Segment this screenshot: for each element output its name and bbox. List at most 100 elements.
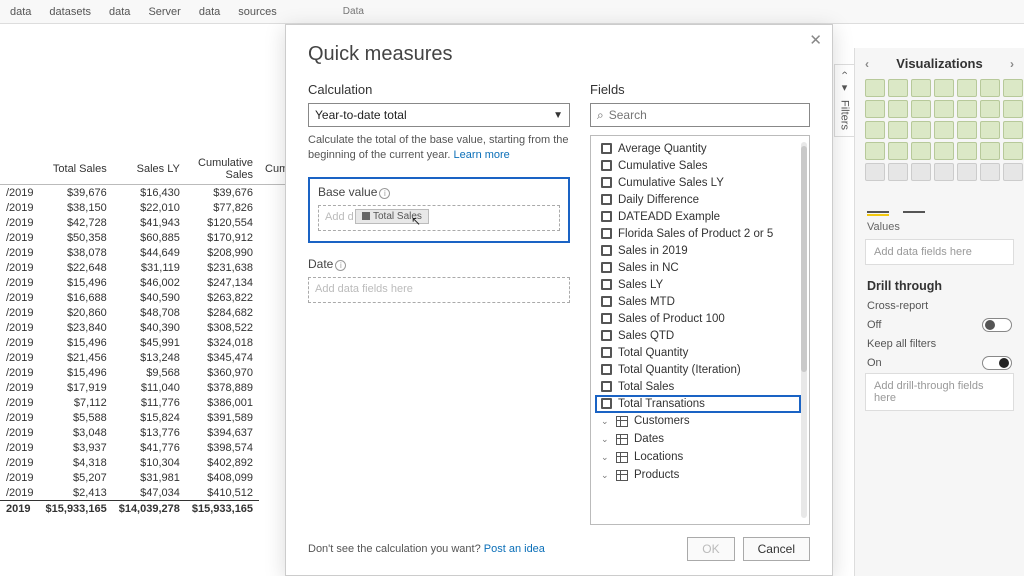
viz-tile[interactable] [934, 100, 954, 118]
table-row[interactable]: /2019$4,318$10,304$402,892 [0, 455, 303, 470]
table-row[interactable]: /2019$5,207$31,981$408,099 [0, 470, 303, 485]
column-header[interactable]: Cumulative Sales [186, 154, 259, 185]
field-item[interactable]: Daily Difference [591, 191, 809, 208]
viz-tile[interactable] [1003, 142, 1023, 160]
viz-tile[interactable] [911, 121, 931, 139]
field-item[interactable]: Sales in NC [591, 259, 809, 276]
field-item[interactable]: Cumulative Sales LY [591, 174, 809, 191]
table-row[interactable]: /2019$38,150$22,010$77,826 [0, 200, 303, 215]
field-item[interactable]: Florida Sales of Product 2 or 5 [591, 225, 809, 242]
table-row[interactable]: /2019$42,728$41,943$120,554 [0, 215, 303, 230]
table-row[interactable]: /2019$2,413$47,034$410,512 [0, 485, 303, 501]
date-dropzone[interactable]: Add data fields here [308, 277, 570, 303]
calculation-dropdown[interactable]: Year-to-date total ▼ [308, 103, 570, 127]
table-row[interactable]: /2019$17,919$11,040$378,889 [0, 380, 303, 395]
viz-tile[interactable] [980, 142, 1000, 160]
ribbon-item[interactable]: data [199, 6, 220, 18]
column-header[interactable] [0, 154, 40, 185]
table-row[interactable]: /2019$23,840$40,390$308,522 [0, 320, 303, 335]
viz-tile[interactable] [1003, 121, 1023, 139]
viz-tile[interactable] [865, 163, 885, 181]
viz-tile[interactable] [957, 79, 977, 97]
chevron-right-icon[interactable]: › [1010, 57, 1014, 71]
viz-tile[interactable] [957, 100, 977, 118]
viz-tile[interactable] [865, 100, 885, 118]
table-row[interactable]: /2019$50,358$60,885$170,912 [0, 230, 303, 245]
viz-tile[interactable] [911, 100, 931, 118]
table-row[interactable]: /2019$15,496$45,991$324,018 [0, 335, 303, 350]
field-item[interactable]: Total Transations [591, 395, 809, 412]
info-icon[interactable]: i [335, 260, 346, 271]
format-tab-icon[interactable] [903, 193, 925, 213]
scrollbar[interactable] [801, 142, 807, 518]
table-item[interactable]: ⌄Dates [591, 430, 809, 448]
info-icon[interactable]: i [379, 188, 390, 199]
fields-search[interactable]: ⌕ [590, 103, 810, 127]
ribbon-item[interactable]: Server [148, 6, 180, 18]
ribbon-item[interactable]: datasets [49, 6, 91, 18]
table-item[interactable]: ⌄Customers [591, 412, 809, 430]
ribbon-item[interactable]: data [109, 6, 130, 18]
drill-through-well[interactable]: Add drill-through fields here [865, 373, 1014, 411]
table-row[interactable]: /2019$16,688$40,590$263,822 [0, 290, 303, 305]
field-item[interactable]: Sales in 2019 [591, 242, 809, 259]
column-header[interactable]: Total Sales [40, 154, 113, 185]
table-item[interactable]: ⌄Products [591, 466, 809, 484]
table-row[interactable]: /2019$39,676$16,430$39,676 [0, 185, 303, 201]
viz-tile[interactable] [865, 79, 885, 97]
search-input[interactable] [609, 108, 803, 122]
table-item[interactable]: ⌄Locations [591, 448, 809, 466]
field-item[interactable]: Sales QTD [591, 327, 809, 344]
field-item[interactable]: Sales LY [591, 276, 809, 293]
chevron-left-icon[interactable]: ‹ [865, 57, 869, 71]
post-idea-link[interactable]: Post an idea [484, 543, 545, 555]
viz-tile[interactable] [957, 163, 977, 181]
field-item[interactable]: Total Sales [591, 378, 809, 395]
field-item[interactable]: DATEADD Example [591, 208, 809, 225]
viz-tile[interactable] [888, 79, 908, 97]
field-item[interactable]: Average Quantity [591, 140, 809, 157]
viz-tile[interactable] [1003, 79, 1023, 97]
base-value-dropzone[interactable]: Add d Total Sales ↖ [318, 205, 560, 231]
viz-tile[interactable] [957, 142, 977, 160]
ribbon-item[interactable]: data [10, 6, 31, 18]
table-row[interactable]: /2019$7,112$11,776$386,001 [0, 395, 303, 410]
table-row[interactable]: /2019$3,048$13,776$394,637 [0, 425, 303, 440]
field-item[interactable]: Total Quantity (Iteration) [591, 361, 809, 378]
viz-tile[interactable] [911, 142, 931, 160]
viz-tile[interactable] [911, 163, 931, 181]
table-row[interactable]: /2019$38,078$44,649$208,990 [0, 245, 303, 260]
viz-tile[interactable] [865, 121, 885, 139]
viz-tile[interactable] [934, 121, 954, 139]
viz-tile[interactable] [934, 142, 954, 160]
viz-tile[interactable] [934, 163, 954, 181]
table-row[interactable]: /2019$21,456$13,248$345,474 [0, 350, 303, 365]
field-item[interactable]: Cumulative Sales [591, 157, 809, 174]
viz-tile[interactable] [1003, 163, 1023, 181]
close-icon[interactable]: ✕ [809, 31, 822, 49]
viz-tile[interactable] [1003, 100, 1023, 118]
viz-tile[interactable] [957, 121, 977, 139]
filters-pane-toggle[interactable]: ‹ ▾ Filters [834, 64, 854, 137]
viz-tile[interactable] [980, 163, 1000, 181]
viz-tile[interactable] [888, 121, 908, 139]
viz-tile[interactable] [888, 142, 908, 160]
viz-tile[interactable] [980, 100, 1000, 118]
ribbon-item[interactable]: sources [238, 6, 277, 18]
table-row[interactable]: /2019$3,937$41,776$398,574 [0, 440, 303, 455]
viz-tile[interactable] [934, 79, 954, 97]
fields-tab-icon[interactable] [867, 193, 889, 213]
ok-button[interactable]: OK [687, 537, 734, 561]
learn-more-link[interactable]: Learn more [454, 149, 510, 161]
column-header[interactable]: Sales LY [113, 154, 186, 185]
field-item[interactable]: Sales MTD [591, 293, 809, 310]
cancel-button[interactable]: Cancel [743, 537, 810, 561]
field-item[interactable]: Sales of Product 100 [591, 310, 809, 327]
fields-list[interactable]: Average QuantityCumulative SalesCumulati… [590, 135, 810, 525]
table-row[interactable]: /2019$15,496$9,568$360,970 [0, 365, 303, 380]
table-row[interactable]: /2019$5,588$15,824$391,589 [0, 410, 303, 425]
keep-filters-toggle[interactable] [982, 356, 1012, 370]
viz-tile[interactable] [911, 79, 931, 97]
table-row[interactable]: /2019$15,496$46,002$247,134 [0, 275, 303, 290]
table-row[interactable]: /2019$22,648$31,119$231,638 [0, 260, 303, 275]
